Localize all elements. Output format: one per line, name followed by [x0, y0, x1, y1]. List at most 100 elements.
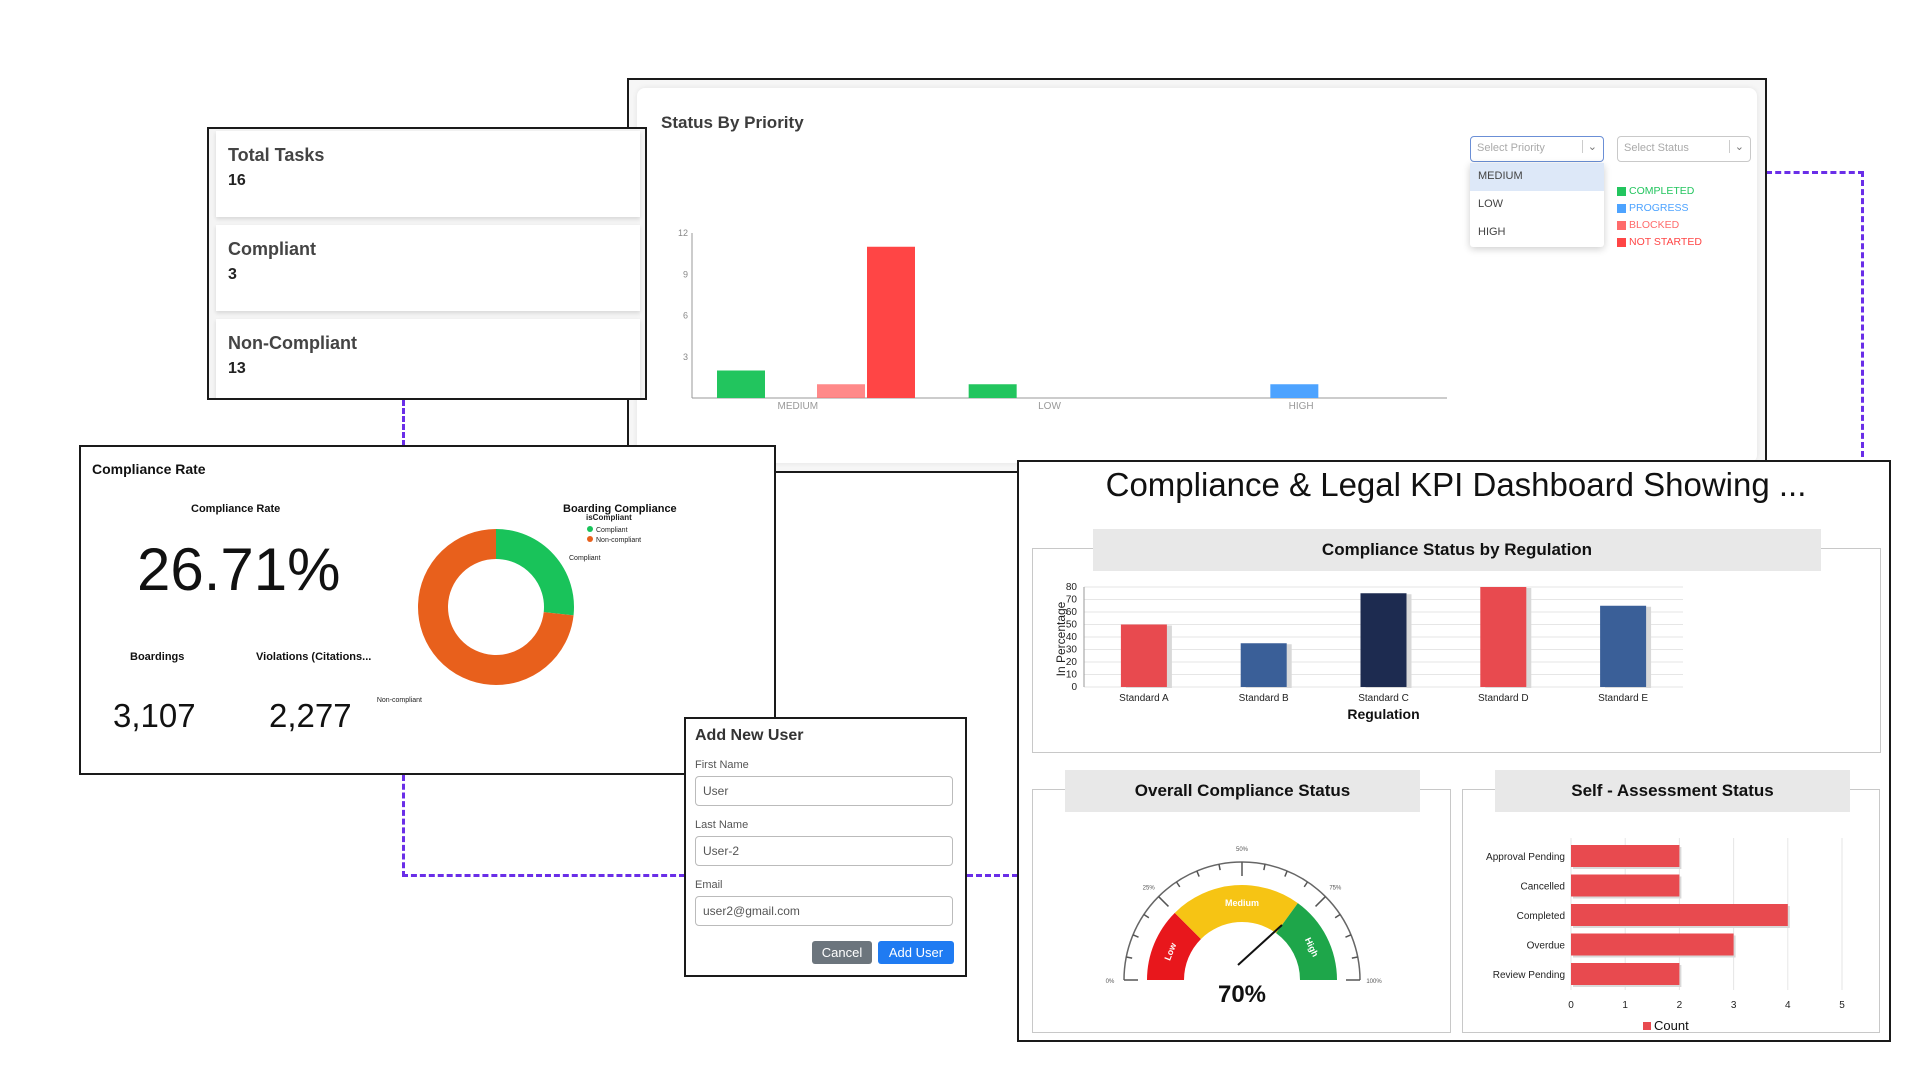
kpi-title: Compliance & Legal KPI Dashboard Showing…	[1105, 466, 1807, 503]
add-user-button[interactable]: Add User	[878, 941, 954, 964]
status-select-placeholder: Select Status	[1624, 142, 1689, 154]
y-tick-label: 3	[683, 352, 688, 362]
last-name-field[interactable]: User-2	[695, 836, 953, 866]
bar-standard-d	[1480, 587, 1527, 687]
dialog-title: Add New User	[695, 727, 804, 744]
x-tick-label: Standard B	[1239, 693, 1289, 704]
total-tasks-label: Total Tasks	[228, 145, 325, 165]
gauge-tick	[1284, 870, 1288, 877]
kpi-dashboard-panel: Compliance & Legal KPI Dashboard Showing…	[1017, 460, 1891, 1042]
x-tick-label: Standard C	[1358, 693, 1409, 704]
gauge-tick-label: 25%	[1143, 886, 1156, 892]
connector-line	[402, 775, 685, 877]
chevron-down-icon: ⌄	[1728, 140, 1744, 153]
bar-standard-b	[1240, 643, 1287, 687]
legend-swatch	[1643, 1022, 1651, 1030]
gauge-tick	[1218, 864, 1221, 871]
gauge-needle	[1237, 924, 1283, 966]
last-name-label: Last Name	[695, 819, 749, 831]
bar-blocked	[817, 384, 865, 398]
x-tick-label: 3	[1731, 1000, 1737, 1011]
status-card: Status By Priority 12 9 6 3 MEDIUM LOW HIGH Se…	[637, 88, 1757, 463]
bar-cancelled	[1571, 874, 1680, 897]
y-tick-label: 6	[683, 311, 688, 321]
y-tick-label: Completed	[1517, 911, 1565, 922]
first-name-field[interactable]: User	[695, 776, 953, 806]
legend-label: COMPLETED	[1629, 185, 1695, 197]
gauge-tick-label: 50%	[1236, 847, 1249, 853]
gauge-tick	[1303, 881, 1309, 888]
legend-label: NOT STARTED	[1629, 236, 1702, 248]
y-tick-label: 12	[678, 228, 688, 238]
legend-label: BLOCKED	[1629, 219, 1680, 231]
y-tick-label: 0	[1071, 682, 1077, 693]
gauge-tick	[1196, 870, 1200, 877]
x-tick-label: LOW	[1038, 401, 1061, 412]
status-select[interactable]: Select Status ⌄	[1617, 136, 1751, 162]
y-tick-label: 9	[683, 269, 688, 279]
bar-review-pending	[1571, 963, 1680, 985]
x-tick-label: 4	[1785, 1000, 1791, 1011]
y-tick-label: Review Pending	[1493, 970, 1565, 981]
x-tick-label: 2	[1677, 1000, 1683, 1011]
gauge-chart: 0%25%50%75%100%LowMediumHigh70%	[1106, 847, 1383, 1008]
priority-select-placeholder: Select Priority	[1477, 142, 1545, 154]
connector-line	[402, 400, 405, 446]
total-tasks-card: Total Tasks 16	[216, 131, 640, 217]
regulation-chart-panel: Compliance Status by Regulation 0 10 20 30 4…	[1032, 529, 1881, 753]
priority-option-low[interactable]: LOW	[1470, 191, 1604, 219]
bar-standard-a	[1120, 624, 1167, 687]
compliant-card: Compliant 3	[216, 225, 640, 311]
compliant-label: Compliant	[228, 239, 316, 259]
priority-select[interactable]: Select Priority ⌄	[1470, 136, 1604, 162]
status-legend: COMPLETED PROGRESS BLOCKED NOT STARTED	[1617, 183, 1702, 251]
gauge-tick	[1345, 934, 1352, 938]
status-by-priority-panel: Status By Priority 12 9 6 3 MEDIUM LOW HIGH Se…	[627, 78, 1767, 473]
bar-standard-c	[1360, 593, 1407, 687]
bar-completed	[717, 370, 765, 398]
non-compliant-card: Non-Compliant 13	[216, 319, 640, 398]
gauge-tick	[1175, 881, 1181, 888]
bar-completed	[968, 384, 1017, 398]
gauge-zone-label: Medium	[1225, 898, 1259, 908]
gauge-tick-label: 100%	[1366, 979, 1382, 985]
legend-label: Count	[1654, 1018, 1689, 1033]
y-tick-label: Approval Pending	[1486, 852, 1565, 863]
x-tick-label: 0	[1568, 1000, 1574, 1011]
legend-item-blocked: BLOCKED	[1617, 217, 1702, 234]
legend-dot	[587, 526, 593, 532]
email-field[interactable]: user2@gmail.com	[695, 896, 953, 926]
gauge-tick	[1158, 896, 1169, 907]
gauge-tick	[1334, 913, 1341, 919]
gauge-value: 70%	[1218, 981, 1266, 1008]
x-tick-label: Standard D	[1478, 693, 1529, 704]
x-tick-label: 5	[1839, 1000, 1845, 1011]
gauge-tick	[1143, 913, 1150, 919]
collage-stage: Status By Priority 12 9 6 3 MEDIUM LOW HIGH Se…	[0, 0, 1920, 1080]
connector-line	[967, 874, 1018, 877]
gauge-tick-label: 0%	[1106, 979, 1115, 985]
gauge-tick	[1126, 956, 1133, 959]
x-tick-label: Standard E	[1598, 693, 1648, 704]
connector-line	[1766, 171, 1864, 466]
gauge-tick	[1263, 864, 1266, 871]
legend-swatch	[1617, 237, 1626, 247]
self-assessment-panel: Self - Assessment Status 0 1 2 3 4 5 Approval …	[1462, 770, 1880, 1033]
y-tick-label: Overdue	[1527, 941, 1566, 952]
slice-label-noncompliant: Non-compliant	[377, 697, 422, 704]
non-compliant-label: Non-Compliant	[228, 333, 357, 353]
gauge-tick	[1315, 896, 1326, 907]
regulation-chart: 01020304050607080In PercentageStandard A…	[1054, 582, 1683, 722]
legend-label: Non-compliant	[596, 537, 641, 544]
overall-compliance-panel: Overall Compliance Status 0% 25% 50% 75% 100…	[1032, 770, 1451, 1033]
legend-item-not-started: NOT STARTED	[1617, 234, 1702, 251]
legend-title: isCompliant	[586, 513, 632, 522]
compliance-rate-panel: Compliance Rate Compliance Rate 26.71% B…	[79, 445, 776, 775]
y-axis-title: In Percentage	[1054, 601, 1068, 676]
cancel-button[interactable]: Cancel	[812, 941, 872, 964]
priority-option-medium[interactable]: MEDIUM	[1470, 163, 1604, 191]
add-user-dialog: Add New User First Name User Last Name U…	[684, 717, 967, 977]
bar-progress	[1270, 384, 1319, 398]
priority-option-high[interactable]: HIGH	[1470, 219, 1604, 247]
legend-item-completed: COMPLETED	[1617, 183, 1702, 200]
